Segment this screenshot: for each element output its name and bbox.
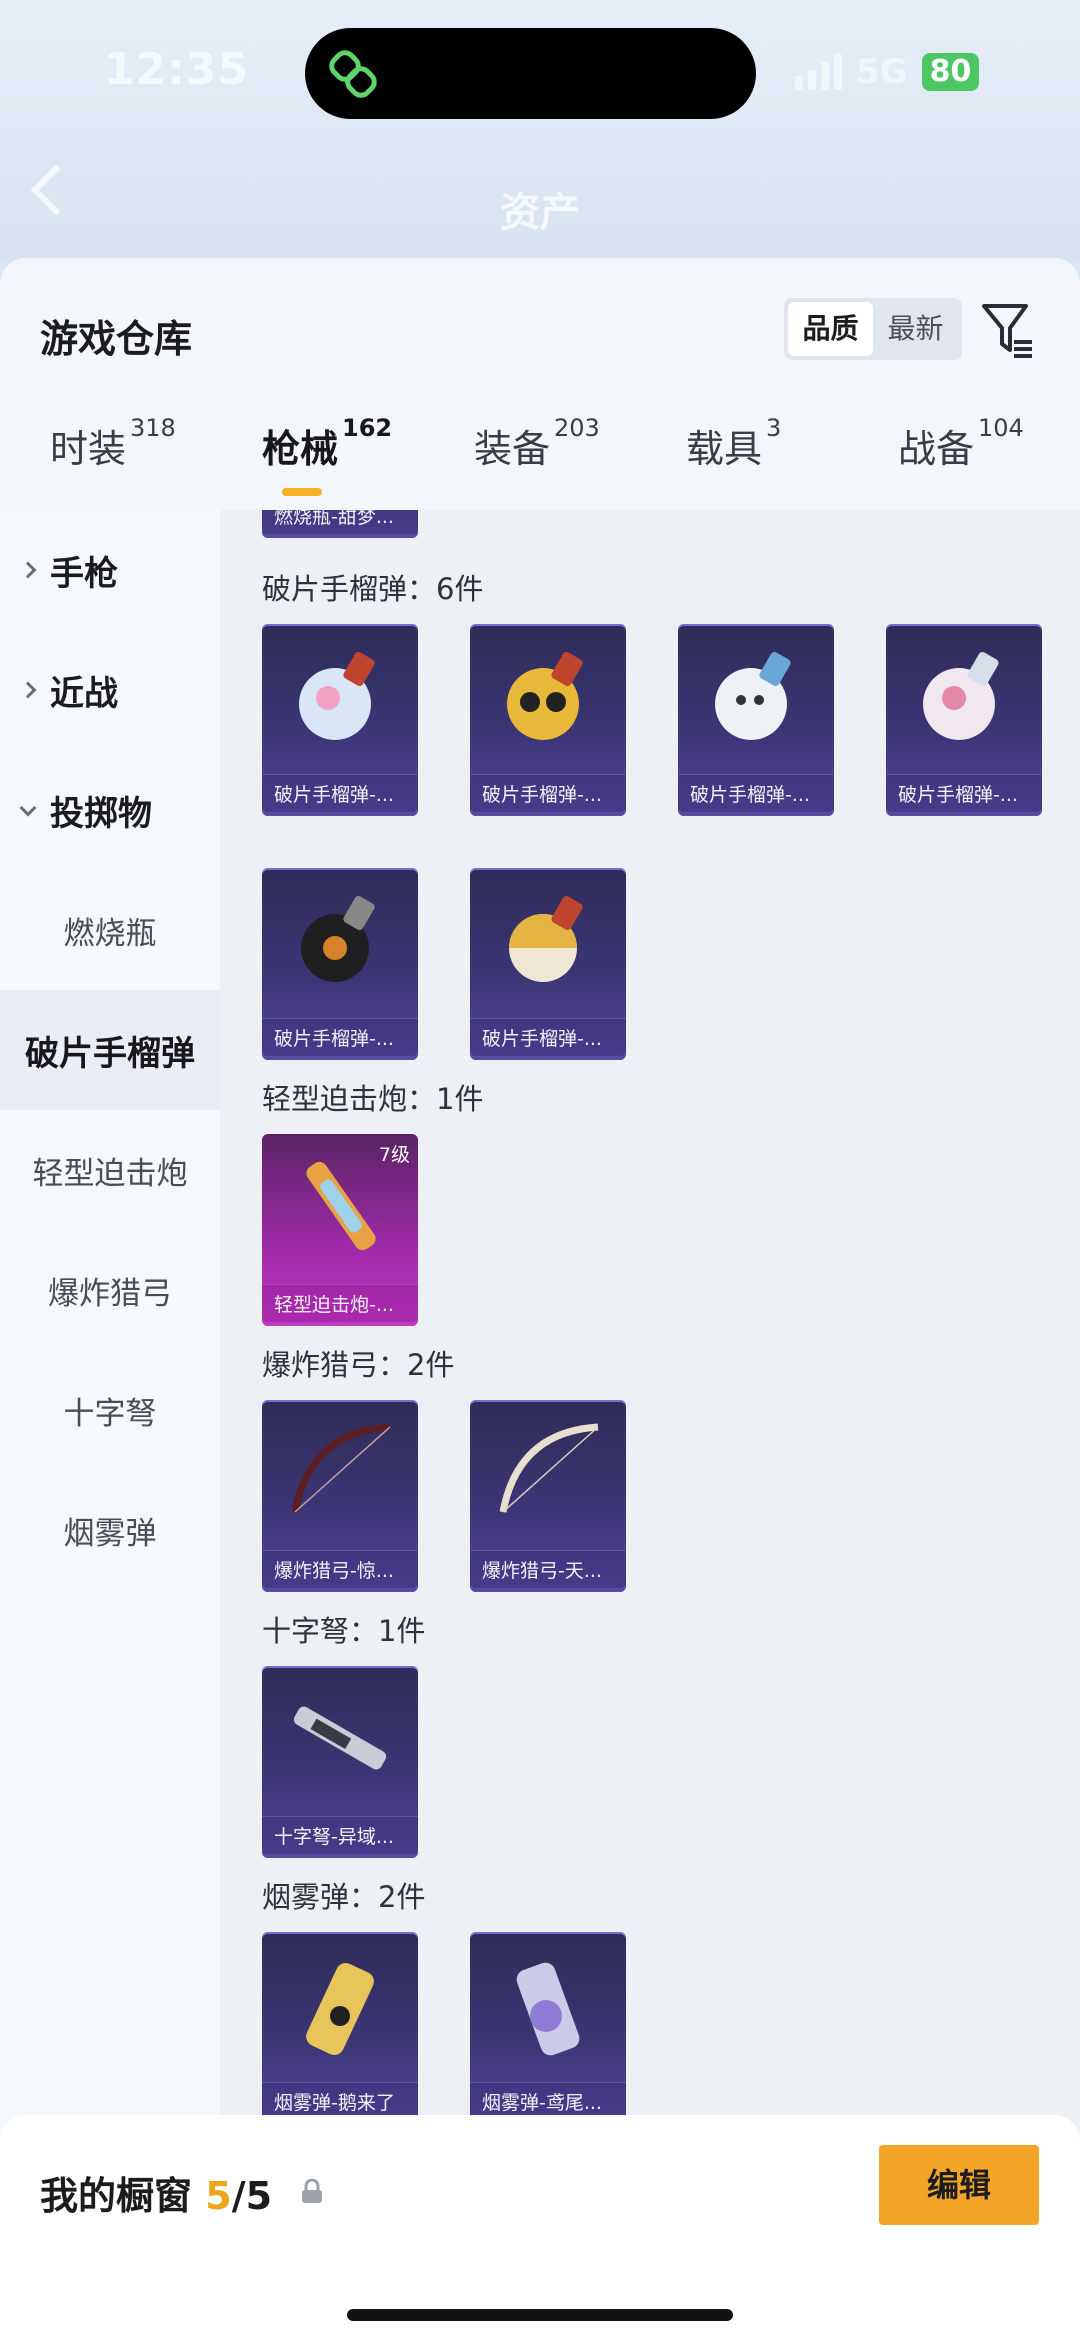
group-label-bow: 爆炸猎弓：2件 bbox=[262, 1348, 455, 1382]
sidebar-item-throwables[interactable]: 投掷物 bbox=[0, 750, 220, 870]
sort-newest-button[interactable]: 最新 bbox=[873, 302, 958, 356]
link-app-icon bbox=[329, 50, 377, 98]
item-card[interactable]: 破片手榴弹-... bbox=[470, 624, 626, 816]
chevron-down-icon bbox=[19, 799, 37, 817]
showcase-bar: 我的橱窗 5/5 编辑 bbox=[0, 2115, 1080, 2341]
smoke-grenade-icon bbox=[306, 1963, 374, 2055]
warehouse-title: 游戏仓库 bbox=[40, 317, 193, 361]
network-type: 5G bbox=[856, 52, 908, 92]
status-indicators: 5G 80 bbox=[795, 52, 980, 92]
item-card[interactable]: 爆炸猎弓-惊... bbox=[262, 1400, 418, 1592]
bow-icon bbox=[499, 1423, 599, 1513]
crossbow-icon bbox=[293, 1706, 387, 1770]
item-grid: 燃烧瓶-甜梦... 破片手榴弹：6件 破片手榴弹-... 破片手榴弹-... 破… bbox=[220, 510, 1080, 2341]
chevron-right-icon bbox=[19, 681, 37, 699]
sidebar-item-crossbow[interactable]: 十字弩 bbox=[0, 1350, 220, 1470]
category-tabs: 时装 318 枪械 162 装备 203 载具 3 战备 104 bbox=[0, 414, 1080, 498]
home-indicator[interactable] bbox=[347, 2309, 733, 2321]
sidebar-item-light-mortar[interactable]: 轻型迫击炮 bbox=[0, 1110, 220, 1230]
lock-icon bbox=[302, 2179, 322, 2203]
item-card[interactable]: 7级 轻型迫击炮-... bbox=[262, 1134, 418, 1326]
sidebar-item-frag-grenade[interactable]: 破片手榴弹 bbox=[0, 990, 220, 1110]
grenade-icon bbox=[301, 895, 375, 982]
grenade-icon bbox=[923, 651, 999, 740]
bow-icon bbox=[291, 1423, 391, 1513]
sort-toggle: 品质 最新 bbox=[784, 298, 962, 360]
tab-vehicles[interactable]: 载具 3 bbox=[686, 414, 781, 473]
group-label-crossbow: 十字弩：1件 bbox=[262, 1614, 426, 1648]
showcase-title: 我的橱窗 5/5 bbox=[40, 2174, 273, 2218]
showcase-count: 5 bbox=[205, 2174, 232, 2218]
item-card[interactable]: 爆炸猎弓-天... bbox=[470, 1400, 626, 1592]
battery-level: 80 bbox=[921, 53, 980, 91]
status-time: 12:35 bbox=[104, 44, 250, 95]
tab-firearms[interactable]: 枪械 162 bbox=[262, 414, 392, 473]
grenade-icon bbox=[715, 651, 791, 740]
item-card[interactable]: 烟雾弹-鹅来了 bbox=[262, 1932, 418, 2124]
item-card[interactable]: 燃烧瓶-甜梦... bbox=[262, 510, 418, 538]
chevron-right-icon bbox=[19, 561, 37, 579]
grenade-icon bbox=[507, 651, 583, 740]
item-card[interactable]: 破片手榴弹-... bbox=[886, 624, 1042, 816]
tab-fashion[interactable]: 时装 318 bbox=[50, 414, 176, 473]
subcategory-sidebar: 手枪 近战 投掷物 燃烧瓶 破片手榴弹 轻型迫击炮 爆炸猎弓 十字弩 烟雾弹 bbox=[0, 510, 220, 2341]
group-label-frag: 破片手榴弹：6件 bbox=[262, 572, 484, 606]
nav-title: 资产 bbox=[500, 190, 580, 236]
item-card[interactable]: 十字弩-异域... bbox=[262, 1666, 418, 1858]
sidebar-item-smoke-grenade[interactable]: 烟雾弹 bbox=[0, 1470, 220, 1590]
sidebar-item-melee[interactable]: 近战 bbox=[0, 630, 220, 750]
item-card[interactable]: 破片手榴弹-... bbox=[262, 624, 418, 816]
group-label-mortar: 轻型迫击炮：1件 bbox=[262, 1082, 484, 1116]
mortar-icon bbox=[306, 1161, 376, 1251]
sidebar-item-pistol[interactable]: 手枪 bbox=[0, 510, 220, 630]
warehouse-sheet: 游戏仓库 品质 最新 时装 318 枪械 162 装备 203 载具 3 战备 104 手… bbox=[0, 258, 1080, 2341]
filter-icon[interactable] bbox=[980, 300, 1036, 360]
grenade-icon bbox=[509, 895, 583, 982]
tab-equipment[interactable]: 装备 203 bbox=[474, 414, 600, 473]
item-card[interactable]: 烟雾弹-鸢尾... bbox=[470, 1932, 626, 2124]
item-card[interactable]: 破片手榴弹-... bbox=[470, 868, 626, 1060]
grenade-icon bbox=[299, 651, 375, 740]
dynamic-island bbox=[305, 28, 756, 119]
smoke-grenade-icon bbox=[516, 1962, 580, 2056]
sidebar-item-explosive-bow[interactable]: 爆炸猎弓 bbox=[0, 1230, 220, 1350]
group-label-smoke: 烟雾弹：2件 bbox=[262, 1880, 426, 1914]
signal-icon bbox=[795, 54, 842, 90]
item-card[interactable]: 破片手榴弹-... bbox=[678, 624, 834, 816]
tab-supplies[interactable]: 战备 104 bbox=[898, 414, 1024, 473]
sidebar-item-molotov[interactable]: 燃烧瓶 bbox=[0, 870, 220, 990]
edit-showcase-button[interactable]: 编辑 bbox=[879, 2145, 1039, 2225]
active-tab-indicator bbox=[282, 488, 322, 496]
item-card[interactable]: 破片手榴弹-... bbox=[262, 868, 418, 1060]
sort-quality-button[interactable]: 品质 bbox=[788, 302, 873, 356]
